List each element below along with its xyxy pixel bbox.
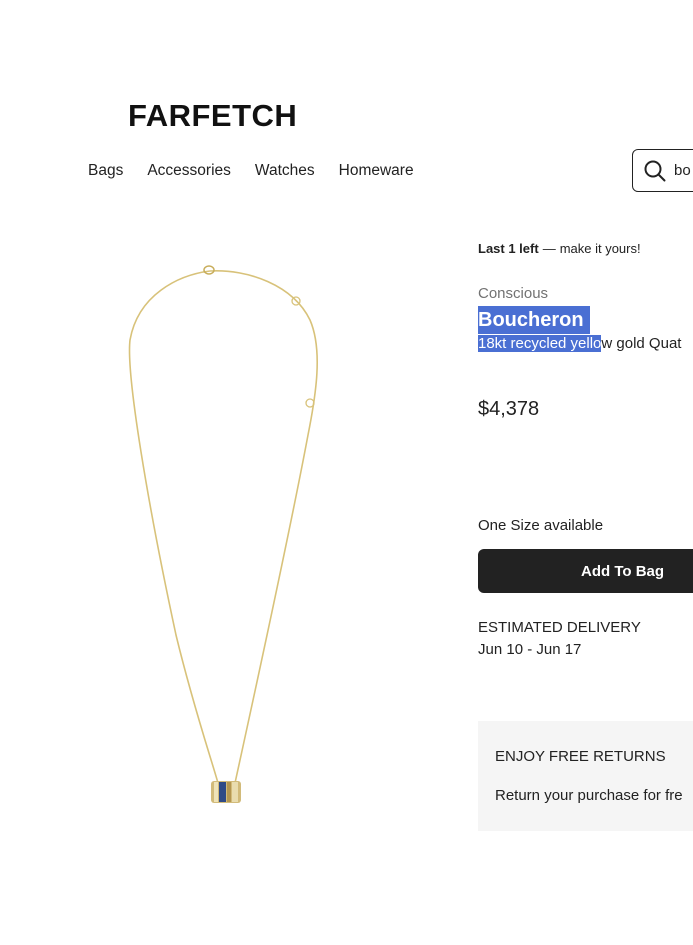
returns-text: Return your purchase for fre — [495, 787, 683, 804]
stock-count: Last 1 left — [478, 241, 539, 256]
free-returns-panel: ENJOY FREE RETURNS Return your purchase … — [478, 721, 693, 831]
nav-item-watches[interactable]: Watches — [255, 161, 315, 181]
delivery-heading: ESTIMATED DELIVERY — [478, 619, 641, 636]
returns-heading: ENJOY FREE RETURNS — [495, 748, 666, 765]
stock-notice: Last 1 left — make it yours! — [478, 241, 641, 256]
nav-item-bags[interactable]: Bags — [88, 161, 123, 181]
size-availability: One Size available — [478, 517, 604, 534]
search-box[interactable] — [632, 149, 693, 192]
main-nav: Bags Accessories Watches Homeware — [88, 161, 438, 181]
conscious-tag: Conscious — [478, 285, 549, 302]
brand-name[interactable]: Boucheron — [478, 306, 590, 334]
nav-item-accessories[interactable]: Accessories — [147, 161, 231, 181]
delivery-dates: Jun 10 - Jun 17 — [478, 641, 582, 658]
search-input[interactable] — [674, 162, 693, 179]
stock-dash: — — [542, 241, 556, 256]
search-icon[interactable] — [644, 160, 666, 182]
product-price: $4,378 — [478, 398, 540, 420]
nav-item-homeware[interactable]: Homeware — [339, 161, 414, 181]
product-image-necklace[interactable] — [118, 255, 333, 825]
product-title-selected: 18kt recycled yello — [478, 335, 602, 352]
add-to-bag-button[interactable]: Add To Bag — [478, 549, 693, 593]
product-title: 18kt recycled yellow gold Quat — [478, 334, 681, 354]
product-title-rest: w gold Quat — [601, 335, 682, 352]
farfetch-logo[interactable]: FARFETCH — [128, 99, 297, 133]
stock-message: make it yours! — [559, 241, 641, 256]
